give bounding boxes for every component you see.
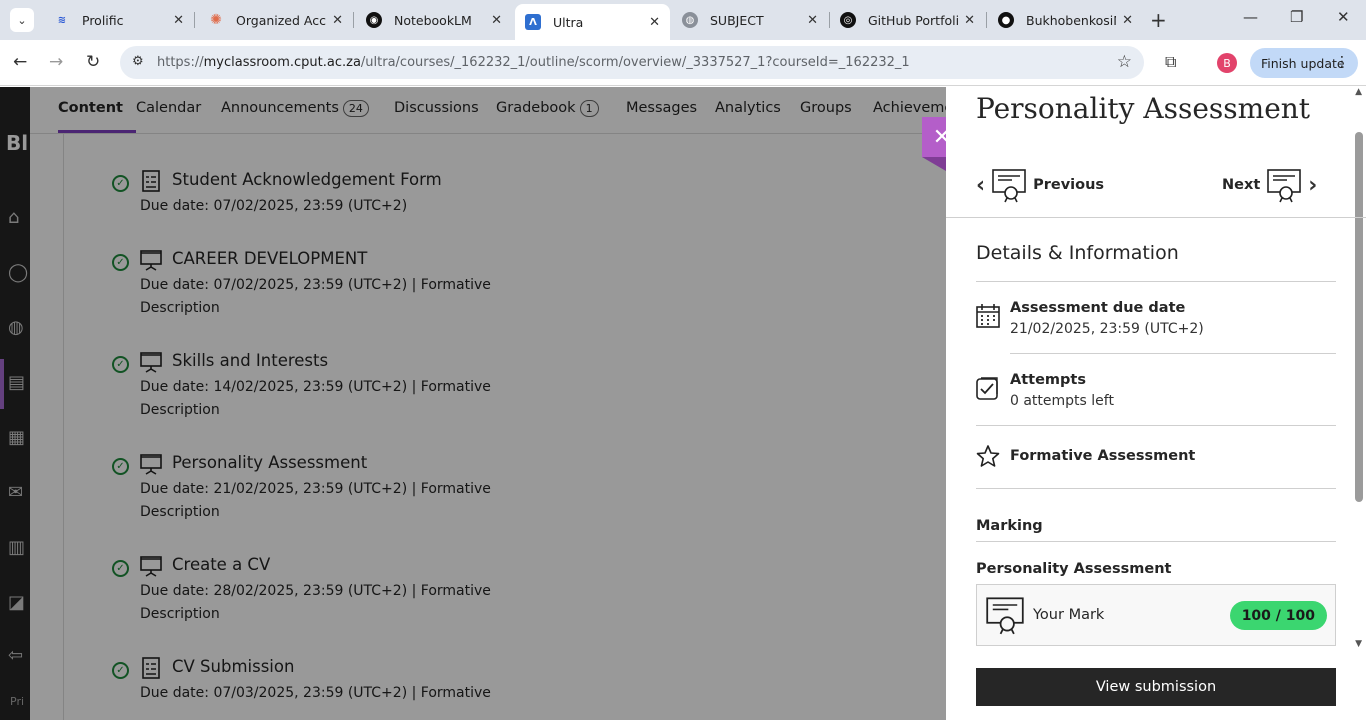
view-submission-button[interactable]: View submission xyxy=(976,668,1336,706)
profile-avatar[interactable]: B xyxy=(1217,53,1237,73)
tab-divider xyxy=(353,12,354,28)
formative-assessment-label: Formative Assessment xyxy=(1010,448,1196,464)
previous-label: Previous xyxy=(1033,177,1105,193)
scroll-up-icon[interactable]: ▲ xyxy=(1355,87,1362,97)
next-button[interactable]: Next › xyxy=(1222,167,1317,203)
due-date-label: Assessment due date xyxy=(1010,300,1186,316)
panel-scrollbar[interactable] xyxy=(1355,132,1363,502)
scroll-down-icon[interactable]: ▼ xyxy=(1355,639,1362,649)
close-flag-tail xyxy=(922,157,946,171)
tab-divider xyxy=(194,12,195,28)
url-scheme: https:// xyxy=(157,55,204,70)
tab-title: BukhobenkosiM xyxy=(1026,12,1117,28)
notebooklm-favicon-icon: ◉ xyxy=(366,12,382,28)
address-bar[interactable]: ⚙ https://myclassroom.cput.ac.za/ultra/c… xyxy=(120,46,1144,79)
github-favicon-icon: ● xyxy=(998,12,1014,28)
more-menu-icon[interactable]: ⋮ xyxy=(1335,54,1349,70)
ultra-favicon-icon: Λ xyxy=(525,14,541,30)
reload-icon[interactable]: ↻ xyxy=(86,52,100,72)
tab-title: Organized Acco xyxy=(236,12,327,28)
divider xyxy=(976,541,1336,542)
finish-update-label: Finish update xyxy=(1261,55,1345,71)
your-mark-label: Your Mark xyxy=(1033,607,1105,623)
restore-icon[interactable]: ❐ xyxy=(1290,8,1303,26)
browser-tab-prolific[interactable]: ≋ Prolific ✕ xyxy=(44,4,194,36)
browser-tab-ultra[interactable]: Λ Ultra ✕ xyxy=(515,4,670,40)
close-tab-icon[interactable]: ✕ xyxy=(964,13,975,28)
tab-title: NotebookLM xyxy=(394,12,472,28)
certificate-icon xyxy=(992,169,1026,203)
close-tab-icon[interactable]: ✕ xyxy=(491,13,502,28)
browser-toolbar: ← → ↻ ⚙ https://myclassroom.cput.ac.za/u… xyxy=(0,40,1366,86)
browser-tab-organized[interactable]: ✺ Organized Acco ✕ xyxy=(198,4,353,36)
mark-score-badge: 100 / 100 xyxy=(1229,601,1327,630)
browser-tab-github-portfolio[interactable]: ◎ GitHub Portfolio ✕ xyxy=(830,4,985,36)
url-text[interactable]: https://myclassroom.cput.ac.za/ultra/cou… xyxy=(157,55,910,70)
calendar-icon xyxy=(976,304,1000,328)
close-tab-icon[interactable]: ✕ xyxy=(649,15,660,30)
prolific-favicon-icon: ≋ xyxy=(57,14,67,26)
close-tab-icon[interactable]: ✕ xyxy=(173,13,184,28)
browser-tab-bukhobenkosi[interactable]: ● BukhobenkosiM ✕ xyxy=(988,4,1143,36)
close-tab-icon[interactable]: ✕ xyxy=(1122,13,1133,28)
mark-item-title: Personality Assessment xyxy=(976,561,1172,577)
divider xyxy=(976,488,1336,489)
star-icon xyxy=(976,445,1000,467)
browser-tab-notebooklm[interactable]: ◉ NotebookLM ✕ xyxy=(356,4,512,36)
divider xyxy=(946,217,1366,218)
forward-icon[interactable]: → xyxy=(49,52,63,72)
attempts-value: 0 attempts left xyxy=(1010,393,1114,409)
divider xyxy=(976,425,1336,426)
certificate-icon xyxy=(986,597,1024,635)
chevron-right-icon: › xyxy=(1308,172,1318,198)
tab-title: GitHub Portfolio xyxy=(868,12,959,28)
finish-update-button[interactable]: Finish update ⋮ xyxy=(1250,48,1358,78)
due-date-value: 21/02/2025, 23:59 (UTC+2) xyxy=(1010,321,1204,337)
certificate-icon xyxy=(1267,169,1302,203)
window-close-icon[interactable]: ✕ xyxy=(1337,8,1350,26)
chevron-left-icon: ‹ xyxy=(976,172,986,198)
attempts-checkbox-icon xyxy=(976,377,998,400)
tab-search-dropdown-icon[interactable]: ⌄ xyxy=(10,8,34,32)
browser-tab-strip: ⌄ ≋ Prolific ✕ ✺ Organized Acco ✕ ◉ Note… xyxy=(0,0,1366,40)
divider xyxy=(976,281,1336,282)
details-panel: ▲ ▼ Personality Assessment ‹ Previous Ne… xyxy=(946,87,1366,720)
tab-title: SUBJECT xyxy=(710,12,764,28)
url-path: /ultra/courses/_162232_1/outline/scorm/o… xyxy=(360,55,910,70)
minimize-icon[interactable]: — xyxy=(1243,8,1258,26)
back-icon[interactable]: ← xyxy=(13,52,27,72)
panel-title: Personality Assessment xyxy=(976,92,1311,125)
browser-tab-subject[interactable]: ◍ SUBJECT ✕ xyxy=(672,4,828,36)
url-host: myclassroom.cput.ac.za xyxy=(203,55,361,70)
previous-button[interactable]: ‹ Previous xyxy=(976,167,1104,203)
attempts-label: Attempts xyxy=(1010,372,1086,388)
globe-favicon-icon: ◍ xyxy=(682,12,698,28)
site-settings-icon[interactable]: ⚙ xyxy=(132,54,144,69)
mark-card: Your Mark 100 / 100 xyxy=(976,584,1336,646)
new-tab-icon[interactable]: + xyxy=(1150,8,1167,32)
marking-heading: Marking xyxy=(976,518,1043,534)
details-section-title: Details & Information xyxy=(976,242,1179,264)
bookmark-star-icon[interactable]: ☆ xyxy=(1117,52,1132,72)
next-label: Next xyxy=(1222,177,1261,193)
github-favicon-icon: ◎ xyxy=(840,12,856,28)
modal-backdrop[interactable] xyxy=(0,87,946,720)
tab-title: Prolific xyxy=(82,12,124,28)
extensions-icon[interactable]: ⧉ xyxy=(1165,52,1176,72)
close-tab-icon[interactable]: ✕ xyxy=(807,13,818,28)
organized-favicon-icon: ✺ xyxy=(210,12,222,28)
divider xyxy=(1010,353,1336,354)
tab-divider xyxy=(986,12,987,28)
close-tab-icon[interactable]: ✕ xyxy=(332,13,343,28)
tab-title: Ultra xyxy=(553,14,584,30)
